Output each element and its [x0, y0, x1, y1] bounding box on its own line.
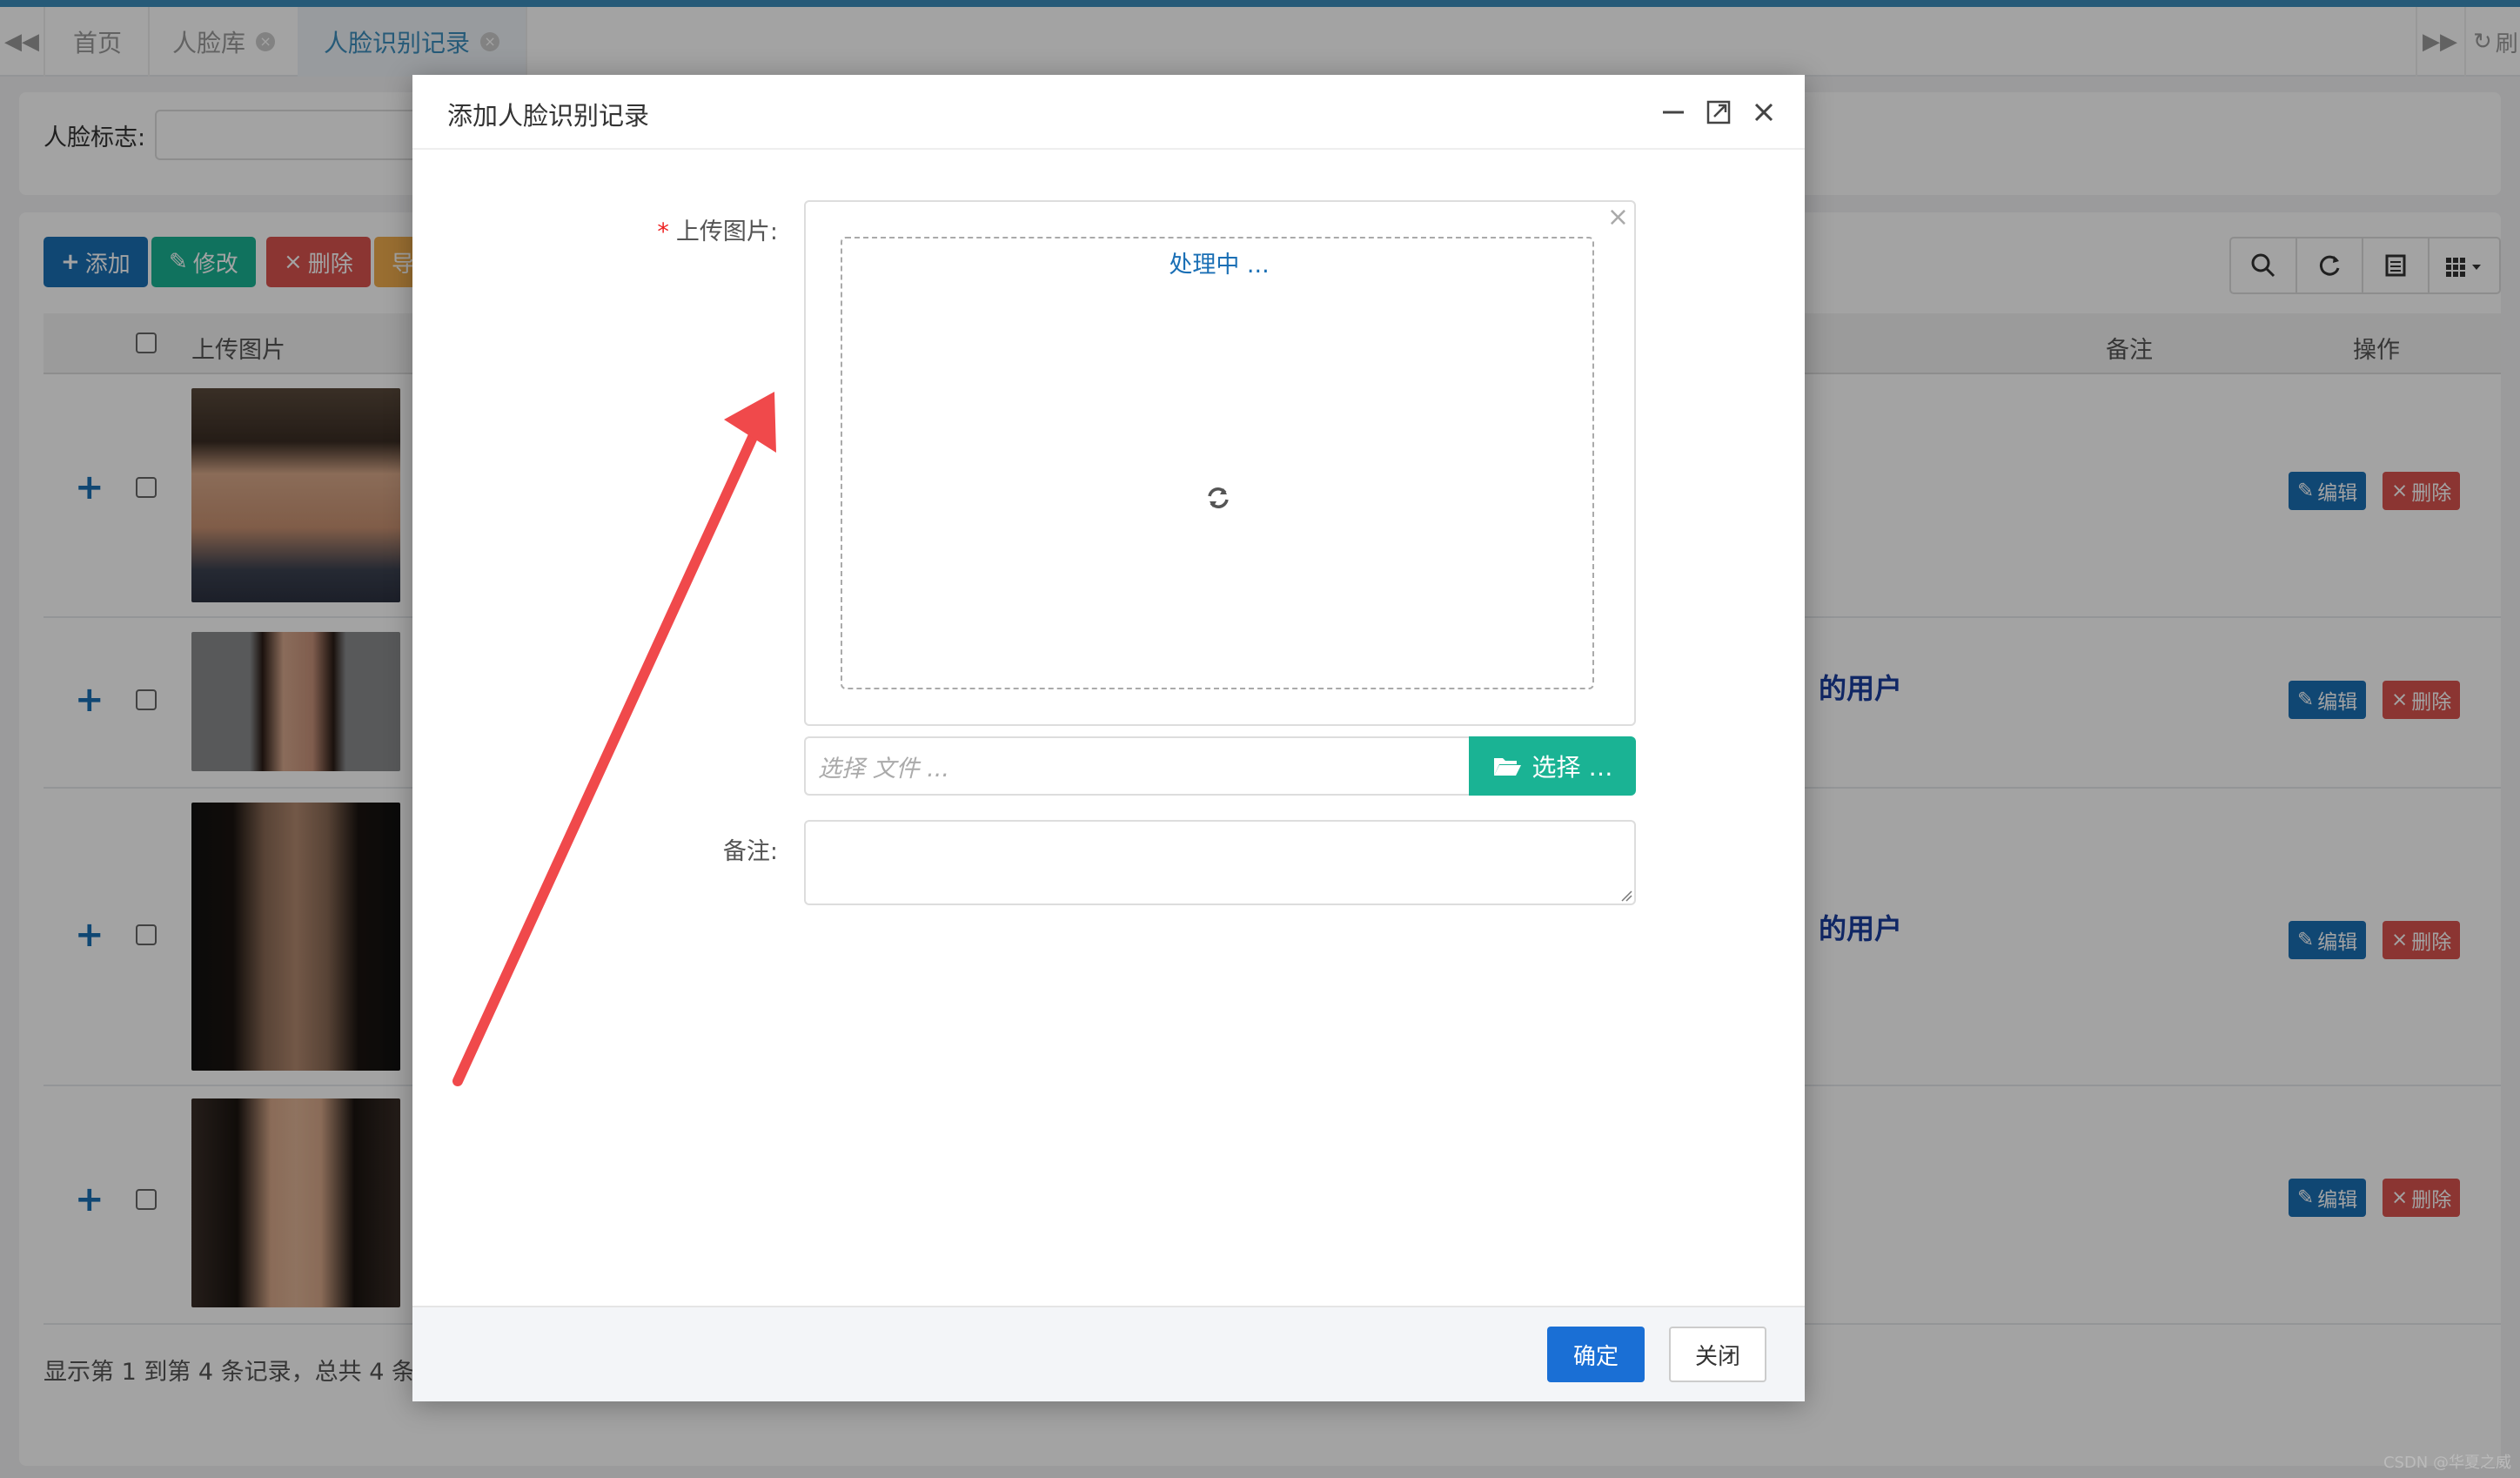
- remove-preview-icon[interactable]: ×: [1607, 202, 1629, 232]
- dialog-title: 添加人脸识别记录: [447, 101, 650, 131]
- maximize-icon[interactable]: [1706, 99, 1732, 125]
- add-record-dialog: 添加人脸识别记录 * 上传图片: × 处理中 ... 选择 文件 ... 选择 ……: [412, 75, 1805, 1401]
- choose-file-button[interactable]: 选择 …: [1469, 736, 1636, 796]
- resize-grip-icon[interactable]: [1620, 890, 1632, 902]
- dialog-header: 添加人脸识别记录: [412, 75, 1805, 150]
- upload-image-label: * 上传图片:: [621, 212, 778, 246]
- loading-spinner-icon: [1208, 487, 1229, 508]
- processing-status: 处理中 ...: [1169, 252, 1270, 279]
- choose-file-label: 选择 …: [1531, 753, 1613, 782]
- upload-dropzone[interactable]: 处理中 ...: [841, 237, 1594, 689]
- minimize-icon[interactable]: [1660, 99, 1686, 125]
- upload-image-label-text: 上传图片:: [675, 218, 778, 245]
- image-upload-preview: × 处理中 ...: [804, 200, 1636, 726]
- dialog-footer: 确定 关闭: [412, 1306, 1805, 1401]
- required-marker-icon: *: [657, 218, 669, 245]
- file-path-input[interactable]: 选择 文件 ...: [804, 736, 1469, 796]
- confirm-button[interactable]: 确定: [1547, 1327, 1645, 1382]
- folder-open-icon: [1493, 758, 1521, 776]
- close-icon[interactable]: [1751, 99, 1777, 125]
- remark-textarea[interactable]: [804, 820, 1636, 905]
- close-button[interactable]: 关闭: [1669, 1327, 1766, 1382]
- remark-label-text: 备注:: [722, 838, 778, 865]
- remark-label: 备注:: [621, 832, 778, 866]
- watermark: CSDN @华夏之威: [2383, 1454, 2511, 1472]
- file-placeholder: 选择 文件 ...: [818, 755, 949, 783]
